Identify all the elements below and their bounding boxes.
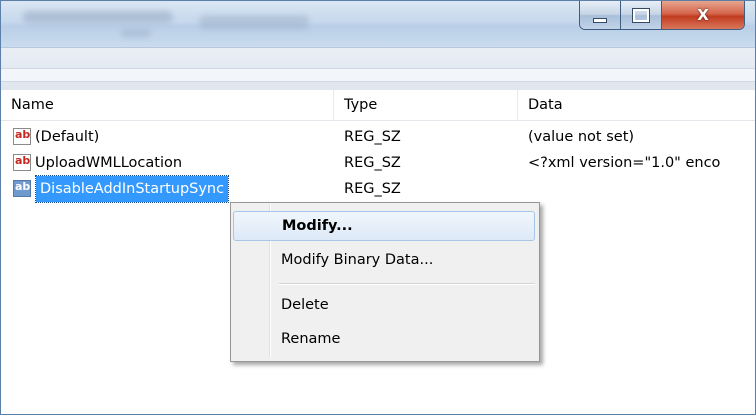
minimize-icon [593, 17, 607, 23]
value-name: (Default) [35, 129, 100, 145]
window-caption-buttons: X [579, 1, 745, 30]
value-type: REG_SZ [344, 129, 401, 145]
column-header-data[interactable]: Data [518, 90, 755, 120]
value-name: UploadWMLLocation [35, 155, 183, 171]
blurred-toolbar-text [199, 15, 309, 29]
maximize-icon [632, 7, 650, 23]
table-row-selected[interactable]: ab DisableAddInStartupSync REG_SZ [1, 175, 755, 203]
column-header-name[interactable]: Name [1, 90, 334, 120]
address-field[interactable] [1, 68, 755, 82]
context-menu: Modify... Modify Binary Data... Delete R… [230, 202, 540, 362]
close-button[interactable]: X [662, 1, 744, 29]
menu-separator [279, 283, 535, 285]
column-data-label: Data [528, 97, 563, 113]
menu-item-rename[interactable]: Rename [233, 324, 535, 354]
column-header-type[interactable]: Type [334, 90, 518, 120]
table-row[interactable]: ab UploadWMLLocation REG_SZ <?xml versio… [1, 150, 755, 176]
blurred-title-text [23, 11, 173, 23]
title-bar: X [1, 1, 755, 47]
address-bar [1, 47, 755, 91]
blurred-title-text-2 [121, 29, 151, 37]
registry-editor-window: X Name Type Data ab (Default) REG_SZ (va… [0, 0, 756, 415]
string-value-icon: ab [13, 180, 31, 197]
table-row[interactable]: ab (Default) REG_SZ (value not set) [1, 124, 755, 150]
menu-item-delete[interactable]: Delete [233, 290, 535, 320]
value-data: <?xml version="1.0" enco [528, 155, 721, 171]
column-name-label: Name [11, 97, 54, 113]
value-type: REG_SZ [344, 155, 401, 171]
string-value-icon: ab [13, 154, 31, 171]
maximize-button[interactable] [621, 1, 662, 29]
value-data: (value not set) [528, 129, 635, 145]
value-type: REG_SZ [344, 181, 401, 197]
value-name: DisableAddInStartupSync [34, 175, 230, 203]
value-data [528, 176, 755, 202]
string-value-icon: ab [13, 128, 31, 145]
column-header: Name Type Data [1, 90, 755, 121]
minimize-button[interactable] [580, 1, 621, 29]
column-type-label: Type [344, 97, 378, 113]
menu-item-modify[interactable]: Modify... [233, 211, 535, 241]
menu-item-modify-binary-data[interactable]: Modify Binary Data... [233, 245, 535, 275]
close-icon: X [697, 6, 709, 24]
